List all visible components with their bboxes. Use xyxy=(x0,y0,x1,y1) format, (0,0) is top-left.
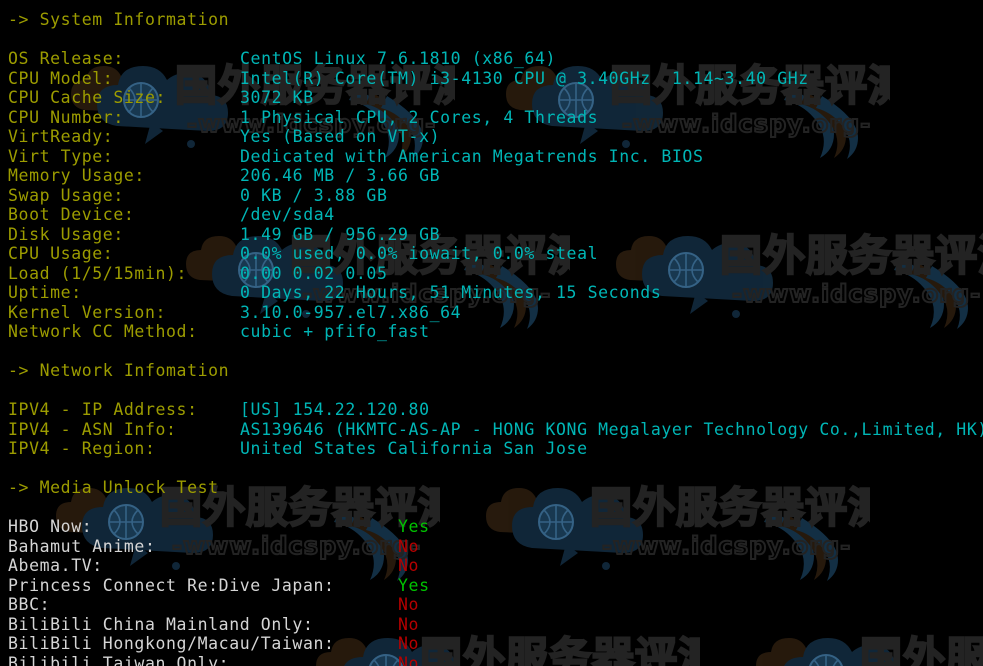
row-value: Yes (Based on VT-x) xyxy=(240,127,441,146)
terminal-window: 国外服务器评测 -www.idcspy.org- 国外服务器评测 -www.idcsp… xyxy=(0,0,983,666)
row-label: Network CC Method: xyxy=(8,322,198,341)
section-header-system: -> System Information xyxy=(8,10,230,29)
info-row: CPU Number: 1 Physical CPU, 2 Cores, 4 Th… xyxy=(8,108,983,128)
row-value: 0.0% used, 0.0% iowait, 0.0% steal xyxy=(240,244,599,263)
row-value: 3.10.0-957.el7.x86_64 xyxy=(240,302,462,322)
row-value: Dedicated with American Megatrends Inc. … xyxy=(240,146,704,166)
row-value: No xyxy=(398,536,420,556)
info-row: OS Release: CentOS Linux 7.6.1810 (x86_64… xyxy=(8,49,983,69)
row-label: Princess Connect Re:Dive Japan: xyxy=(8,575,335,595)
row-value: [US] 154.22.120.80 xyxy=(240,400,430,419)
row-value: No xyxy=(398,556,420,575)
row-value: No xyxy=(398,634,420,653)
row-label: OS Release: xyxy=(8,49,124,68)
info-row: VirtReady: Yes (Based on VT-x) xyxy=(8,127,983,147)
row-value: 0 KB / 3.88 GB xyxy=(240,185,388,205)
row-label: IPV4 - Region: xyxy=(8,439,156,458)
info-row: Boot Device: /dev/sda4 xyxy=(8,205,983,225)
section-header-network: -> Network Infomation xyxy=(8,361,230,380)
row-label: Bahamut Anime: xyxy=(8,536,156,556)
row-label: BiliBili China Mainland Only: xyxy=(8,614,314,634)
terminal-text-layer: -> System Information OS Release: CentOS L… xyxy=(0,0,983,666)
info-row: Bahamut Anime: No xyxy=(8,537,983,557)
info-row: Bilibili Taiwan Only: No xyxy=(8,654,983,666)
row-value: 0.00 0.02 0.05 xyxy=(240,263,388,283)
info-row: IPV4 - Region: United States California S… xyxy=(8,439,983,459)
info-row: Abema.TV: No xyxy=(8,556,983,576)
row-value: 1 Physical CPU, 2 Cores, 4 Threads xyxy=(240,107,599,127)
info-row: CPU Cache Size: 3072 KB xyxy=(8,88,983,108)
row-value: 0 Days, 22 Hours, 51 Minutes, 15 Seconds xyxy=(240,283,662,302)
info-row: Disk Usage: 1.49 GB / 956.29 GB xyxy=(8,225,983,245)
row-label: BBC: xyxy=(8,595,51,614)
info-row: BiliBili Hongkong/Macau/Taiwan: No xyxy=(8,634,983,654)
row-value: Yes xyxy=(398,575,430,595)
info-row: CPU Usage: 0.0% used, 0.0% iowait, 0.0% s… xyxy=(8,244,983,264)
row-label: CPU Number: xyxy=(8,107,124,127)
row-label: Virt Type: xyxy=(8,146,114,166)
info-row: HBO Now: Yes xyxy=(8,517,983,537)
info-row: BBC: No xyxy=(8,595,983,615)
row-value: Yes xyxy=(398,517,430,536)
row-value: /dev/sda4 xyxy=(240,205,335,224)
row-value: United States California San Jose xyxy=(240,439,588,458)
row-label: Disk Usage: xyxy=(8,224,124,244)
info-row: Uptime: 0 Days, 22 Hours, 51 Minutes, 15 … xyxy=(8,283,983,303)
row-label: VirtReady: xyxy=(8,127,114,146)
row-label: CPU Usage: xyxy=(8,244,114,263)
row-label: IPV4 - ASN Info: xyxy=(8,419,177,439)
row-value: 206.46 MB / 3.66 GB xyxy=(240,166,441,185)
row-value: 3072 KB xyxy=(240,88,314,107)
row-value: CentOS Linux 7.6.1810 (x86_64) xyxy=(240,49,557,68)
row-label: Boot Device: xyxy=(8,205,135,224)
info-row: Load (1/5/15min): 0.00 0.02 0.05 xyxy=(8,264,983,284)
section-header-media: -> Media Unlock Test xyxy=(8,478,219,497)
row-label: Memory Usage: xyxy=(8,166,145,185)
info-row: Memory Usage: 206.46 MB / 3.66 GB xyxy=(8,166,983,186)
info-row: Virt Type: Dedicated with American Megatr… xyxy=(8,147,983,167)
info-row: IPV4 - IP Address: [US] 154.22.120.80 xyxy=(8,400,983,420)
row-label: CPU Model: xyxy=(8,68,114,88)
row-label: Bilibili Taiwan Only: xyxy=(8,653,230,666)
info-row: Kernel Version: 3.10.0-957.el7.x86_64 xyxy=(8,303,983,323)
row-value: Intel(R) Core(TM) i3-4130 CPU @ 3.40GHz … xyxy=(240,68,809,88)
info-row: Swap Usage: 0 KB / 3.88 GB xyxy=(8,186,983,206)
row-label: IPV4 - IP Address: xyxy=(8,400,198,419)
row-label: Kernel Version: xyxy=(8,302,167,322)
row-value: No xyxy=(398,653,420,666)
row-value: cubic + pfifo_fast xyxy=(240,322,430,341)
info-row: CPU Model: Intel(R) Core(TM) i3-4130 CPU … xyxy=(8,69,983,89)
info-row: Princess Connect Re:Dive Japan: Yes xyxy=(8,576,983,596)
info-row: Network CC Method: cubic + pfifo_fast xyxy=(8,322,983,342)
info-row: BiliBili China Mainland Only: No xyxy=(8,615,983,635)
row-label: Swap Usage: xyxy=(8,185,124,205)
row-value: No xyxy=(398,614,420,634)
info-row: IPV4 - ASN Info: AS139646 (HKMTC-AS-AP - … xyxy=(8,420,983,440)
row-value: AS139646 (HKMTC-AS-AP - HONG KONG Megala… xyxy=(240,419,983,439)
row-value: No xyxy=(398,595,420,614)
row-label: Load (1/5/15min): xyxy=(8,263,188,283)
row-label: BiliBili Hongkong/Macau/Taiwan: xyxy=(8,634,335,653)
row-value: 1.49 GB / 956.29 GB xyxy=(240,224,441,244)
row-label: Uptime: xyxy=(8,283,82,302)
row-label: HBO Now: xyxy=(8,517,93,536)
row-label: Abema.TV: xyxy=(8,556,103,575)
row-label: CPU Cache Size: xyxy=(8,88,167,107)
